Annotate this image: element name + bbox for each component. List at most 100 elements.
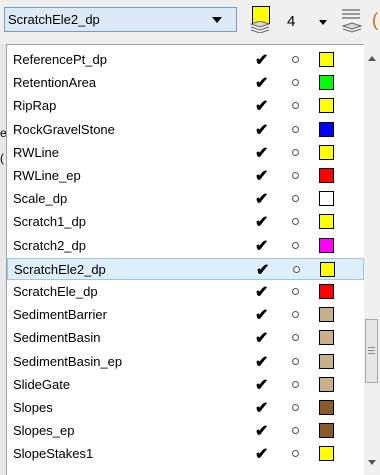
list-item[interactable]: Scratch1_dp ✔ — [7, 211, 364, 233]
color-swatch[interactable] — [319, 168, 334, 183]
color-swatch[interactable] — [319, 284, 334, 299]
level-name: SedimentBasin_ep — [13, 353, 123, 369]
color-swatch[interactable] — [319, 75, 334, 91]
color-swatch[interactable] — [319, 376, 334, 392]
list-item[interactable]: SedimentBasin_ep ✔ — [7, 351, 364, 373]
level-name: RockGravelStone — [13, 121, 115, 137]
scroll-thumb[interactable] — [365, 319, 378, 383]
color-swatch[interactable] — [319, 98, 334, 114]
level-name: SlideGate — [13, 376, 71, 392]
color-swatch[interactable] — [319, 446, 334, 462]
circle-icon[interactable] — [293, 265, 300, 273]
circle-icon[interactable] — [292, 311, 299, 319]
level-name: ScratchEle_dp — [13, 284, 98, 299]
level-name: ReferencePt_dp — [13, 52, 107, 67]
list-item[interactable]: SlideGate ✔ — [7, 374, 364, 396]
color-swatch[interactable] — [319, 191, 334, 207]
circle-icon[interactable] — [292, 334, 299, 342]
checkmark-icon[interactable]: ✔ — [255, 375, 268, 395]
checkmark-icon[interactable]: ✔ — [255, 189, 268, 209]
circle-icon[interactable] — [292, 102, 299, 110]
circle-icon[interactable] — [292, 56, 299, 63]
list-item[interactable]: SedimentBarrier ✔ — [7, 304, 364, 326]
vertical-scrollbar[interactable] — [364, 44, 380, 475]
checkmark-icon[interactable]: ✔ — [255, 328, 268, 348]
circle-icon[interactable] — [292, 172, 299, 179]
toolbar: ScratchEle2_dp 4 ( — [0, 0, 380, 44]
checkmark-icon[interactable]: ✔ — [255, 73, 268, 93]
checkmark-icon[interactable]: ✔ — [255, 143, 268, 163]
checkmark-icon[interactable]: ✔ — [256, 260, 269, 280]
level-name: Slopes_ep — [13, 423, 75, 439]
checkmark-icon[interactable]: ✔ — [255, 50, 268, 70]
level-name: Scratch2_dp — [13, 237, 86, 253]
checkmark-icon[interactable]: ✔ — [255, 282, 268, 302]
list-item[interactable]: RockGravelStone ✔ — [7, 119, 364, 141]
level-combobox[interactable]: ScratchEle2_dp — [4, 7, 237, 32]
checkmark-icon[interactable]: ✔ — [255, 398, 268, 418]
color-swatch[interactable] — [319, 307, 334, 323]
checkmark-icon[interactable]: ✔ — [255, 444, 268, 464]
color-swatch[interactable] — [319, 353, 334, 369]
circle-icon[interactable] — [292, 125, 299, 133]
list-item[interactable]: Scratch2_dp ✔ — [7, 235, 364, 257]
level-name: RetentionArea — [13, 75, 97, 91]
circle-icon[interactable] — [292, 195, 299, 203]
chevron-down-icon[interactable] — [212, 17, 222, 23]
list-item[interactable]: RetentionArea ✔ — [7, 72, 364, 94]
list-item[interactable]: ReferencePt_dp ✔ — [7, 49, 364, 71]
circle-icon[interactable] — [292, 148, 299, 156]
circle-icon[interactable] — [292, 450, 299, 458]
checkmark-icon[interactable]: ✔ — [255, 421, 268, 441]
left-edge-glyph: ( — [0, 151, 4, 165]
list-item[interactable]: Scale_dp ✔ — [7, 188, 364, 210]
color-swatch[interactable] — [320, 261, 335, 277]
color-swatch[interactable] — [319, 121, 334, 137]
weight-chevron-down-icon[interactable] — [319, 20, 327, 25]
grip-line — [368, 353, 375, 354]
circle-icon[interactable] — [292, 380, 299, 388]
color-swatch[interactable] — [319, 144, 334, 160]
color-swatch[interactable] — [319, 423, 334, 439]
scroll-up-icon[interactable] — [368, 56, 376, 61]
circle-icon[interactable] — [292, 218, 299, 226]
color-swatch[interactable] — [319, 330, 334, 346]
checkmark-icon[interactable]: ✔ — [255, 212, 268, 232]
level-list[interactable]: ReferencePt_dp ✔ RetentionArea ✔ RipRap ✔ Rock… — [6, 44, 364, 475]
list-item[interactable]: ScratchEle_dp ✔ — [7, 281, 364, 303]
list-item[interactable]: RWLine_ep ✔ — [7, 165, 364, 187]
scroll-down-icon[interactable] — [368, 460, 376, 465]
checkmark-icon[interactable]: ✔ — [255, 120, 268, 140]
level-color-button[interactable] — [249, 6, 275, 36]
level-name: RWLine_ep — [13, 168, 81, 183]
level-name: Slopes — [13, 400, 53, 415]
circle-icon[interactable] — [292, 357, 299, 365]
weight-value: 4 — [287, 13, 296, 30]
circle-icon[interactable] — [292, 427, 299, 435]
list-item[interactable]: SlopeStakes1 ✔ — [7, 443, 364, 465]
checkmark-icon[interactable]: ✔ — [255, 96, 268, 116]
grip-line — [368, 350, 375, 351]
circle-icon[interactable] — [292, 288, 299, 295]
list-item[interactable]: Slopes ✔ — [7, 397, 364, 419]
grip-line — [368, 347, 375, 348]
checkmark-icon[interactable]: ✔ — [255, 166, 268, 186]
color-swatch[interactable] — [319, 52, 334, 67]
checkmark-icon[interactable]: ✔ — [255, 305, 268, 325]
color-swatch[interactable] — [319, 237, 334, 253]
list-item[interactable]: RWLine ✔ — [7, 142, 364, 164]
circle-icon[interactable] — [292, 404, 299, 411]
level-name: ScratchEle2_dp — [14, 261, 106, 277]
color-swatch[interactable] — [319, 400, 334, 415]
level-name: RWLine — [13, 144, 60, 160]
circle-icon[interactable] — [292, 241, 299, 249]
circle-icon[interactable] — [292, 79, 299, 87]
color-swatch[interactable] — [319, 214, 334, 230]
list-item[interactable]: ScratchEle2_dp ✔ — [7, 257, 364, 280]
checkmark-icon[interactable]: ✔ — [255, 352, 268, 372]
list-item[interactable]: Slopes_ep ✔ — [7, 420, 364, 442]
list-item[interactable]: RipRap ✔ — [7, 95, 364, 117]
list-item[interactable]: SedimentBasin ✔ — [7, 327, 364, 349]
checkmark-icon[interactable]: ✔ — [255, 236, 268, 256]
properties-icon[interactable] — [340, 6, 364, 36]
